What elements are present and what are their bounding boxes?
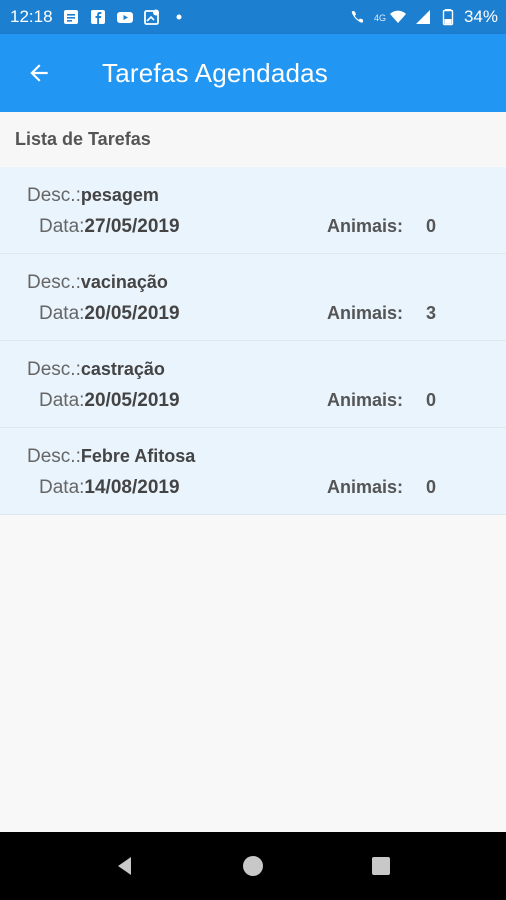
- desc-value: Febre Afitosa: [80, 446, 196, 466]
- desc-row: Desc.:castração: [27, 359, 165, 381]
- list-header: Lista de Tarefas: [0, 112, 506, 166]
- task-item[interactable]: Desc.:Febre Afitosa Data:14/08/2019 Anim…: [0, 428, 506, 515]
- nav-recents-button[interactable]: [363, 848, 399, 884]
- animais-label: Animais:: [327, 477, 404, 497]
- arrow-back-icon: [30, 64, 48, 82]
- date-row: Data:27/05/2019: [39, 216, 180, 238]
- desc-label: Desc.:: [27, 446, 81, 467]
- dot-icon: [170, 8, 188, 26]
- date-row: Data:20/05/2019: [39, 390, 180, 412]
- date-label: Data:: [39, 390, 85, 411]
- battery-percent: 34%: [463, 7, 498, 26]
- task-item[interactable]: Desc.:vacinação Data:20/05/2019 Animais:…: [0, 254, 506, 341]
- desc-label: Desc.:: [27, 272, 81, 293]
- facebook-icon: [89, 8, 107, 26]
- date-value: 14/08/2019: [84, 477, 180, 498]
- status-time: 12:18: [10, 7, 53, 26]
- animais-value: 0: [426, 390, 437, 410]
- date-label: Data:: [39, 303, 85, 324]
- desc-row: Desc.:vacinação: [27, 272, 168, 294]
- task-list: Desc.:pesagem Data:27/05/2019 Animais: 0…: [0, 167, 506, 515]
- network-label: 4G: [373, 13, 386, 23]
- wifi-icon: [389, 8, 407, 26]
- date-label: Data:: [39, 216, 85, 237]
- animais-label: Animais:: [327, 303, 404, 323]
- home-circle-icon: [243, 856, 263, 876]
- animais-value: 0: [426, 477, 437, 497]
- date-value: 20/05/2019: [84, 390, 180, 411]
- back-button[interactable]: [19, 53, 59, 93]
- animais-label: Animais:: [327, 216, 404, 236]
- call-4g-icon: [349, 8, 367, 26]
- nav-back-button[interactable]: [107, 848, 143, 884]
- battery-icon: [439, 8, 457, 26]
- task-item[interactable]: Desc.:pesagem Data:27/05/2019 Animais: 0: [0, 167, 506, 254]
- task-item[interactable]: Desc.:castração Data:20/05/2019 Animais:…: [0, 341, 506, 428]
- youtube-icon: [116, 8, 134, 26]
- date-value: 27/05/2019: [84, 216, 180, 237]
- signal-icon: [414, 8, 432, 26]
- date-row: Data:14/08/2019: [39, 477, 180, 499]
- animais-value: 0: [426, 216, 437, 236]
- date-value: 20/05/2019: [84, 303, 180, 324]
- date-row: Data:20/05/2019: [39, 303, 180, 325]
- recents-square-icon: [372, 857, 390, 875]
- date-label: Data:: [39, 477, 85, 498]
- message-icon: [62, 8, 80, 26]
- desc-row: Desc.:pesagem: [27, 185, 159, 207]
- desc-value: castração: [80, 359, 165, 379]
- desc-row: Desc.:Febre Afitosa: [27, 446, 195, 468]
- desc-label: Desc.:: [27, 359, 81, 380]
- page-title: Tarefas Agendadas: [102, 57, 329, 88]
- animais-label: Animais:: [327, 390, 404, 410]
- nav-home-button[interactable]: [235, 848, 271, 884]
- desc-value: vacinação: [80, 272, 168, 292]
- system-nav-bar: [0, 832, 506, 900]
- status-bar: 12:18 4G 34%: [0, 0, 506, 34]
- animais-value: 3: [426, 303, 437, 323]
- desc-value: pesagem: [80, 185, 159, 205]
- back-triangle-icon: [118, 857, 131, 875]
- app-bar: Tarefas Agendadas: [0, 34, 506, 112]
- desc-label: Desc.:: [27, 185, 81, 206]
- map-icon: [143, 8, 161, 26]
